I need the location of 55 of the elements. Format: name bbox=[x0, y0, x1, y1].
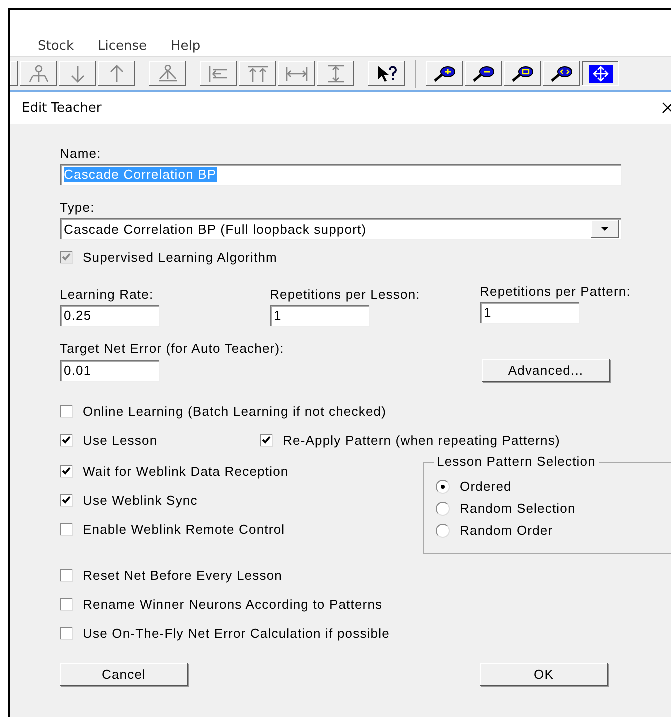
radio-label: Ordered bbox=[460, 479, 512, 494]
checkbox-label: Use On-The-Fly Net Error Calculation if possible bbox=[83, 626, 390, 641]
checkbox[interactable] bbox=[260, 434, 273, 447]
checkbox-label: Online Learning (Batch Learning if not checked) bbox=[83, 404, 387, 419]
zoom-out-icon bbox=[472, 64, 496, 82]
checkbox-label: Reset Net Before Every Lesson bbox=[83, 568, 282, 583]
menu-item[interactable]: Stock bbox=[38, 39, 74, 54]
close-icon[interactable] bbox=[662, 102, 671, 114]
input-field[interactable]: 0.25 bbox=[60, 305, 160, 327]
checkbox[interactable] bbox=[60, 598, 73, 611]
checkbox-label: Use Weblink Sync bbox=[83, 493, 198, 508]
field-label: Repetitions per Lesson: bbox=[270, 287, 422, 302]
input-field[interactable]: 1 bbox=[480, 302, 580, 324]
checkbox-label: Enable Weblink Remote Control bbox=[83, 522, 286, 537]
ok-button[interactable]: OK bbox=[480, 663, 608, 686]
zoom-icon bbox=[510, 64, 534, 82]
checkbox-label: Rename Winner Neurons According to Patterns bbox=[83, 597, 383, 612]
menu-item[interactable]: License bbox=[98, 39, 147, 54]
align-top-icon bbox=[246, 64, 270, 82]
width-arrows-icon bbox=[284, 64, 308, 82]
checkbox[interactable] bbox=[60, 434, 73, 447]
checkbox-label: Use Lesson bbox=[83, 433, 158, 448]
zoom-in-icon bbox=[432, 64, 456, 82]
group-title: Lesson Pattern Selection bbox=[434, 454, 599, 469]
advanced-button[interactable]: Advanced... bbox=[482, 359, 610, 382]
radio-label: Random Selection bbox=[460, 501, 576, 516]
node-icon bbox=[26, 64, 50, 82]
move-icon bbox=[588, 64, 612, 82]
checkbox[interactable] bbox=[60, 494, 73, 507]
zoom-icon bbox=[550, 64, 574, 82]
checkbox[interactable] bbox=[60, 465, 73, 478]
field-label: Repetitions per Pattern: bbox=[480, 284, 632, 299]
radio-button[interactable] bbox=[436, 480, 450, 494]
menu-item[interactable]: Help bbox=[171, 39, 201, 54]
checkbox[interactable] bbox=[60, 523, 73, 536]
checkbox[interactable] bbox=[60, 627, 73, 640]
checkbox-label: Wait for Weblink Data Reception bbox=[83, 464, 289, 479]
input-field[interactable]: 0.01 bbox=[60, 360, 160, 382]
radio-label: Random Order bbox=[460, 523, 554, 538]
field-label: Type: bbox=[60, 200, 95, 215]
dialog-title: Edit Teacher bbox=[22, 100, 102, 116]
toolbar-button[interactable] bbox=[582, 61, 619, 86]
checkbox[interactable] bbox=[60, 569, 73, 582]
field-label: Target Net Error (for Auto Teacher): bbox=[60, 341, 284, 356]
radio-button[interactable] bbox=[436, 524, 450, 538]
caret-icon bbox=[601, 226, 609, 232]
input-field[interactable]: 1 bbox=[270, 305, 370, 327]
checkbox-label: Supervised Learning Algorithm bbox=[83, 250, 278, 265]
cancel-button[interactable]: Cancel bbox=[60, 663, 188, 686]
checkbox[interactable] bbox=[60, 405, 73, 418]
checkbox-label: Re-Apply Pattern (when repeating Patterns) bbox=[283, 433, 560, 448]
field-label: Learning Rate: bbox=[60, 287, 155, 302]
type-dropdown[interactable]: Cascade Correlation BP (Full loopback support) bbox=[60, 218, 622, 240]
field-label: Name: bbox=[60, 146, 102, 161]
radio-button[interactable] bbox=[436, 502, 450, 516]
